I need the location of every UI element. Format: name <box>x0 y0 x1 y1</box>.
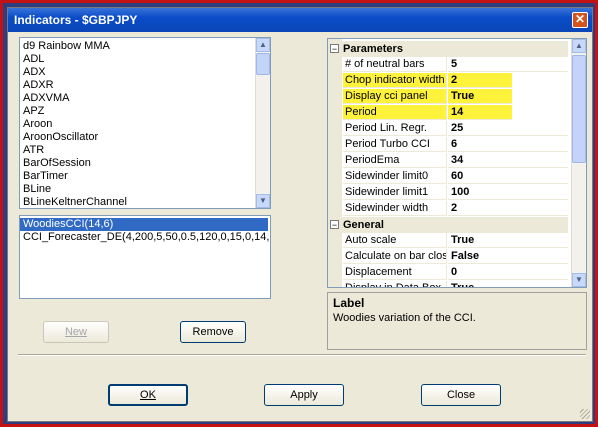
property-row[interactable]: Period Lin. Regr. 25 <box>328 121 568 137</box>
property-row[interactable]: Period Turbo CCI 6 <box>328 137 568 153</box>
property-row[interactable]: PeriodEma 34 <box>328 153 568 169</box>
indicator-list-item[interactable]: AroonOscillator <box>20 131 256 144</box>
property-name: Sidewinder limit0 <box>343 169 447 184</box>
property-value[interactable]: 5 <box>448 57 568 72</box>
property-value[interactable]: 2 <box>448 73 512 88</box>
ok-button-label: OK <box>140 389 156 401</box>
property-name: Auto scale <box>343 233 447 248</box>
property-name: Period Turbo CCI <box>343 137 447 152</box>
indicator-list-item[interactable]: BLineKeltnerChannel <box>20 196 256 208</box>
property-value[interactable]: 25 <box>448 121 568 136</box>
category-label: Parameters <box>343 43 403 55</box>
category-parameters[interactable]: − Parameters <box>328 41 568 57</box>
collapse-icon[interactable]: − <box>330 220 339 230</box>
applied-indicator-item[interactable]: CCI_Forecaster_DE(4,200,5,50,0.5,120,0,1… <box>20 231 270 244</box>
new-button-label: New <box>64 326 87 338</box>
property-row[interactable]: Display in Data Box True <box>328 281 568 287</box>
property-row[interactable]: Sidewinder width 2 <box>328 201 568 217</box>
property-name: Sidewinder width <box>343 201 447 216</box>
category-general[interactable]: − General <box>328 217 568 233</box>
property-name: Display in Data Box <box>343 281 447 287</box>
property-value[interactable]: 14 <box>448 105 512 120</box>
scroll-down-button[interactable]: ▼ <box>572 273 586 287</box>
apply-button-label: Apply <box>290 389 318 401</box>
indicator-list-item[interactable]: Aroon <box>20 118 256 131</box>
property-name: Display cci panel <box>343 89 447 104</box>
property-value[interactable]: True <box>448 281 568 287</box>
property-row[interactable]: Sidewinder limit0 60 <box>328 169 568 185</box>
scroll-up-button[interactable]: ▲ <box>256 38 270 52</box>
available-indicators-list[interactable]: d9 Rainbow MMA ADL ADX ADXR ADXVMA APZ Aroon Ar… <box>19 37 271 209</box>
indicator-list-item[interactable]: ADXR <box>20 79 256 92</box>
window-title: Indicators - $GBPJPY <box>14 13 138 27</box>
property-name: # of neutral bars <box>343 57 447 72</box>
property-name: Calculate on bar close <box>343 249 447 264</box>
apply-button[interactable]: Apply <box>264 384 344 406</box>
property-row[interactable]: Period 14 <box>328 105 568 121</box>
indicator-list-item[interactable]: APZ <box>20 105 256 118</box>
close-window-button[interactable]: ✕ <box>572 12 588 28</box>
property-value[interactable]: 100 <box>448 185 568 200</box>
property-value[interactable]: False <box>448 249 568 264</box>
property-row[interactable]: Calculate on bar close False <box>328 249 568 265</box>
property-name: Period Lin. Regr. <box>343 121 447 136</box>
indicator-list-item[interactable]: BarOfSession <box>20 157 256 170</box>
property-row[interactable]: # of neutral bars 5 <box>328 57 568 73</box>
property-value[interactable]: 0 <box>448 265 568 280</box>
property-name: Chop indicator width <box>343 73 447 88</box>
property-value[interactable]: 2 <box>448 201 568 216</box>
applied-indicators-list[interactable]: WoodiesCCI(14,6) CCI_Forecaster_DE(4,200,… <box>19 215 271 299</box>
close-icon: ✕ <box>574 12 586 26</box>
description-text: Woodies variation of the CCI. <box>333 312 476 324</box>
dialog: Indicators - $GBPJPY ✕ d9 Rainbow MMA ADL… <box>7 7 593 422</box>
property-row[interactable]: Chop indicator width 2 <box>328 73 568 89</box>
property-value[interactable]: 34 <box>448 153 568 168</box>
property-value[interactable]: 60 <box>448 169 568 184</box>
close-button-label: Close <box>446 389 476 401</box>
close-button[interactable]: Close <box>421 384 501 406</box>
property-value[interactable]: True <box>448 233 568 248</box>
property-value[interactable]: 6 <box>448 137 568 152</box>
title-bar[interactable]: Indicators - $GBPJPY ✕ <box>8 8 592 32</box>
ok-button[interactable]: OK <box>108 384 188 406</box>
divider <box>18 354 586 356</box>
property-row[interactable]: Display cci panel True <box>328 89 568 105</box>
indicator-list-item[interactable]: BLine <box>20 183 256 196</box>
property-name: Displacement <box>343 265 447 280</box>
scroll-thumb[interactable] <box>256 53 270 75</box>
remove-button-label: Remove <box>192 326 234 338</box>
remove-button[interactable]: Remove <box>180 321 246 343</box>
description-title: Label <box>333 296 365 310</box>
indicator-list-item[interactable]: ADX <box>20 66 256 79</box>
indicator-list-item[interactable]: ADL <box>20 53 256 66</box>
property-row[interactable]: Sidewinder limit1 100 <box>328 185 568 201</box>
new-button[interactable]: New <box>43 321 109 343</box>
description-pane: Label Woodies variation of the CCI. <box>327 292 587 350</box>
property-name: PeriodEma <box>343 153 447 168</box>
indicator-list-item[interactable]: BarTimer <box>20 170 256 183</box>
indicator-list-item[interactable]: d9 Rainbow MMA <box>20 40 256 53</box>
scroll-up-button[interactable]: ▲ <box>572 39 586 53</box>
scroll-down-button[interactable]: ▼ <box>256 194 270 208</box>
category-label: General <box>343 219 384 231</box>
indicator-list-item[interactable]: ADXVMA <box>20 92 256 105</box>
property-name: Sidewinder limit1 <box>343 185 447 200</box>
property-grid[interactable]: − Parameters # of neutral bars 5 Chop indica… <box>327 38 587 288</box>
resize-grip[interactable] <box>580 409 590 419</box>
property-row[interactable]: Displacement 0 <box>328 265 568 281</box>
property-value[interactable]: True <box>448 89 512 104</box>
window-frame: Indicators - $GBPJPY ✕ d9 Rainbow MMA ADL… <box>0 0 598 427</box>
property-row[interactable]: Auto scale True <box>328 233 568 249</box>
collapse-icon[interactable]: − <box>330 44 339 54</box>
scroll-thumb[interactable] <box>572 55 586 163</box>
property-grid-scrollbar[interactable]: ▲ ▼ <box>571 39 586 287</box>
applied-indicator-item[interactable]: WoodiesCCI(14,6) <box>20 218 268 231</box>
indicator-list-item[interactable]: ATR <box>20 144 256 157</box>
available-list-scrollbar[interactable]: ▲ ▼ <box>255 38 270 208</box>
property-name: Period <box>343 105 447 120</box>
